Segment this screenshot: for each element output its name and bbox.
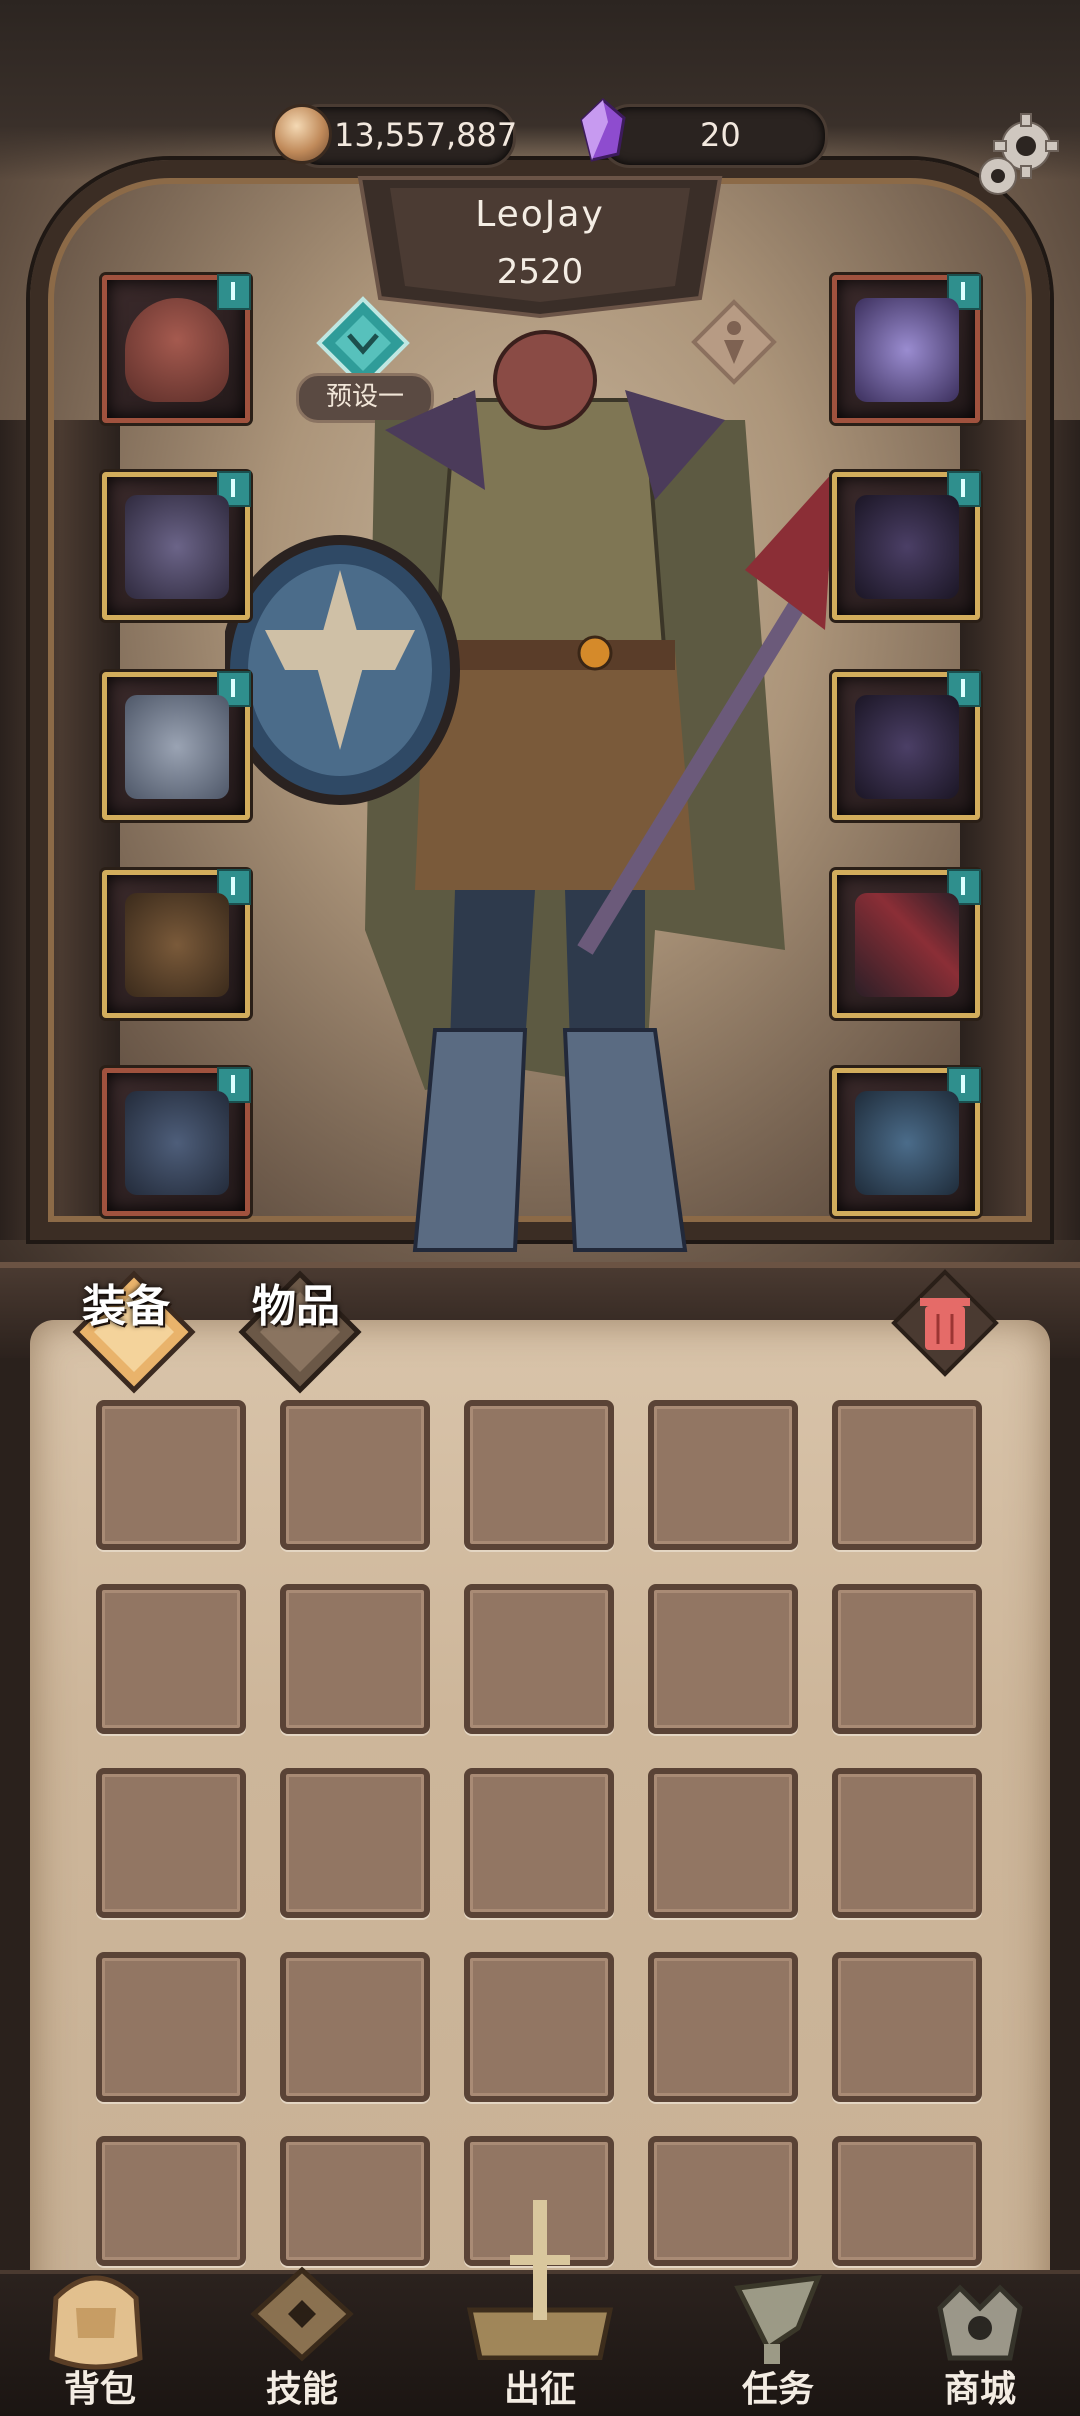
gauntlet-icon (125, 695, 229, 799)
inventory-cell[interactable] (832, 1400, 982, 1550)
inventory-cell[interactable] (648, 1584, 798, 1734)
inventory-cell[interactable] (280, 1952, 430, 2102)
inventory-cell[interactable] (96, 1952, 246, 2102)
coin-amount: 13,557,887 (334, 116, 518, 154)
expedition-sword-icon (466, 2200, 614, 2360)
player-name: LeoJay (475, 194, 605, 235)
equip-slot-boots[interactable] (102, 1067, 251, 1216)
inventory-cell[interactable] (832, 1952, 982, 2102)
coin-icon (272, 104, 332, 164)
nav-shop-label: 商城 (943, 2369, 1016, 2410)
inventory-cell[interactable] (648, 2136, 798, 2266)
tab-items[interactable]: 物品 (252, 1270, 340, 1360)
equip-slot-helmet[interactable] (102, 274, 251, 423)
belt-icon (125, 893, 229, 997)
equip-slot-chest[interactable] (102, 471, 251, 620)
gem-amount: 20 (700, 116, 741, 154)
upgrade-tag (217, 274, 251, 310)
inventory-cell[interactable] (464, 1584, 614, 1734)
inventory-cell[interactable] (648, 1768, 798, 1918)
equip-slot-ring-1[interactable] (832, 471, 981, 620)
nav-backpack[interactable]: 背包 (20, 2258, 180, 2412)
player-power: 2520 (496, 252, 584, 292)
equip-slot-belt[interactable] (102, 869, 251, 1018)
nav-expedition-label: 出征 (503, 2369, 576, 2410)
inventory-cell[interactable] (648, 1952, 798, 2102)
amulet-icon (855, 298, 959, 402)
inventory-cell[interactable] (280, 1400, 430, 1550)
inventory-cell[interactable] (832, 2136, 982, 2266)
shield-icon (855, 1091, 959, 1195)
weapon-icon (855, 893, 959, 997)
inventory-cell[interactable] (464, 1768, 614, 1918)
gear-icon[interactable] (972, 112, 1062, 202)
inventory-cell[interactable] (464, 1400, 614, 1550)
helmet-icon (125, 298, 229, 402)
nav-backpack-label: 背包 (63, 2369, 136, 2410)
inventory-cell[interactable] (464, 1952, 614, 2102)
nav-quests-label: 任务 (741, 2369, 814, 2410)
claw-ring-icon (855, 695, 959, 799)
equip-slot-ring-2[interactable] (832, 671, 981, 820)
equip-slot-weapon[interactable] (832, 869, 981, 1018)
nav-quests[interactable]: 任务 (698, 2258, 858, 2412)
inventory-cell[interactable] (96, 1768, 246, 1918)
inventory-cell[interactable] (832, 1584, 982, 1734)
nav-skills[interactable]: 技能 (222, 2258, 382, 2412)
tab-equipment[interactable]: 装备 (82, 1270, 170, 1360)
inventory-cell[interactable] (280, 2136, 430, 2266)
nav-expedition[interactable]: 出征 (440, 2190, 640, 2412)
inventory-cell[interactable] (96, 1400, 246, 1550)
nav-skills-label: 技能 (265, 2369, 338, 2410)
trash-icon[interactable] (890, 1268, 1000, 1378)
equip-slot-offhand[interactable] (832, 1067, 981, 1216)
claw-ring-icon (855, 495, 959, 599)
inventory-cell[interactable] (96, 1584, 246, 1734)
inventory-cell[interactable] (832, 1768, 982, 1918)
hero-character (225, 330, 835, 1252)
inventory-cell[interactable] (280, 1584, 430, 1734)
inventory-cell[interactable] (648, 1400, 798, 1550)
chest-armor-icon (125, 495, 229, 599)
equip-slot-gloves[interactable] (102, 671, 251, 820)
inventory-cell[interactable] (96, 2136, 246, 2266)
nav-shop[interactable]: 商城 (900, 2258, 1060, 2412)
boots-icon (125, 1091, 229, 1195)
equip-slot-amulet[interactable] (832, 274, 981, 423)
gem-icon (580, 98, 626, 162)
inventory-cell[interactable] (280, 1768, 430, 1918)
